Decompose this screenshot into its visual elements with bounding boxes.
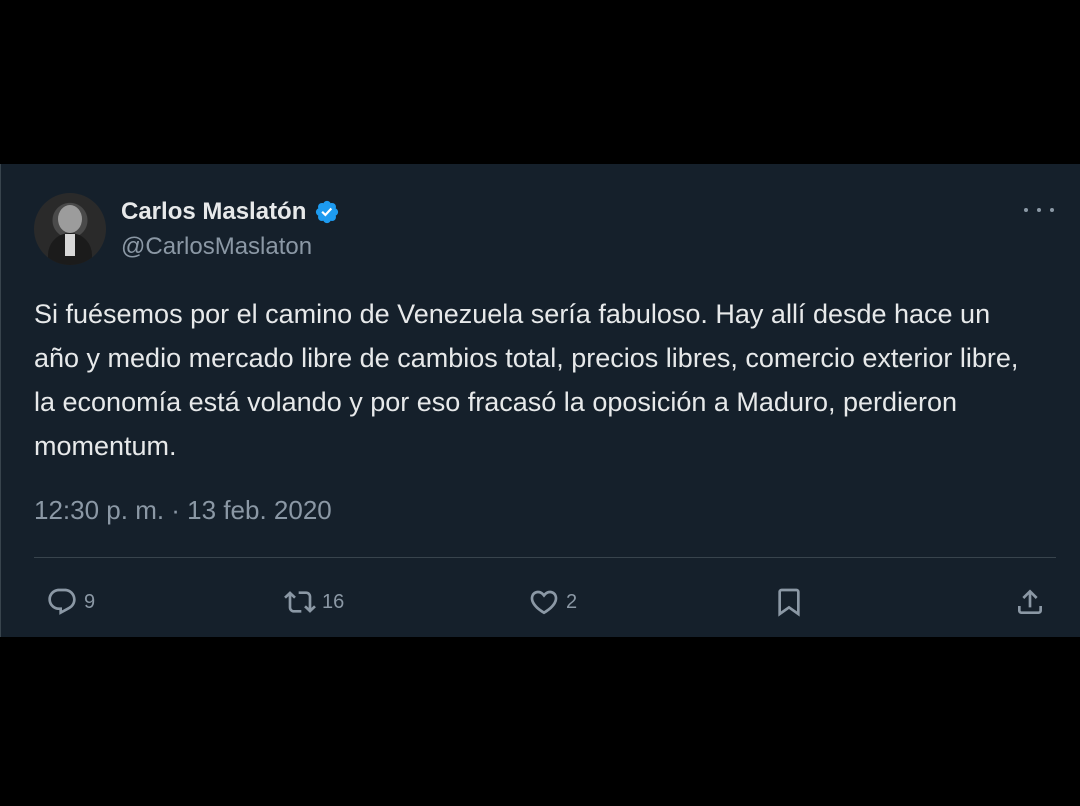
share-button[interactable] [1014, 585, 1046, 619]
bookmark-button[interactable] [773, 585, 805, 619]
bookmark-icon [778, 588, 800, 617]
more-dot-icon [1037, 208, 1041, 212]
verified-badge-icon [316, 200, 339, 224]
share-icon [1018, 589, 1042, 614]
like-count: 2 [566, 590, 578, 613]
retweet-button[interactable]: 16 [284, 585, 344, 619]
tweet-card: Carlos Maslatón @CarlosMaslaton Si fuése… [0, 164, 1080, 637]
like-button[interactable]: 2 [528, 585, 577, 619]
divider [34, 557, 1056, 558]
author-display-name[interactable]: Carlos Maslatón [121, 197, 306, 227]
tweet-text: Si fuésemos por el camino de Venezuela s… [34, 299, 1019, 461]
retweet-count: 16 [322, 590, 345, 613]
reply-count: 9 [84, 590, 96, 613]
reply-button[interactable]: 9 [46, 585, 95, 619]
retweet-icon [284, 591, 316, 613]
more-dot-icon [1024, 208, 1028, 212]
more-options-button[interactable] [1024, 200, 1054, 220]
more-dot-icon [1050, 208, 1054, 212]
author-name-row: Carlos Maslatón [121, 197, 340, 227]
reply-icon [48, 588, 76, 615]
author-handle[interactable]: @CarlosMaslaton [121, 232, 312, 262]
heart-icon [530, 590, 558, 615]
avatar[interactable] [34, 193, 106, 265]
tweet-timestamp[interactable]: 12:30 p. m. · 13 feb. 2020 [34, 494, 332, 526]
